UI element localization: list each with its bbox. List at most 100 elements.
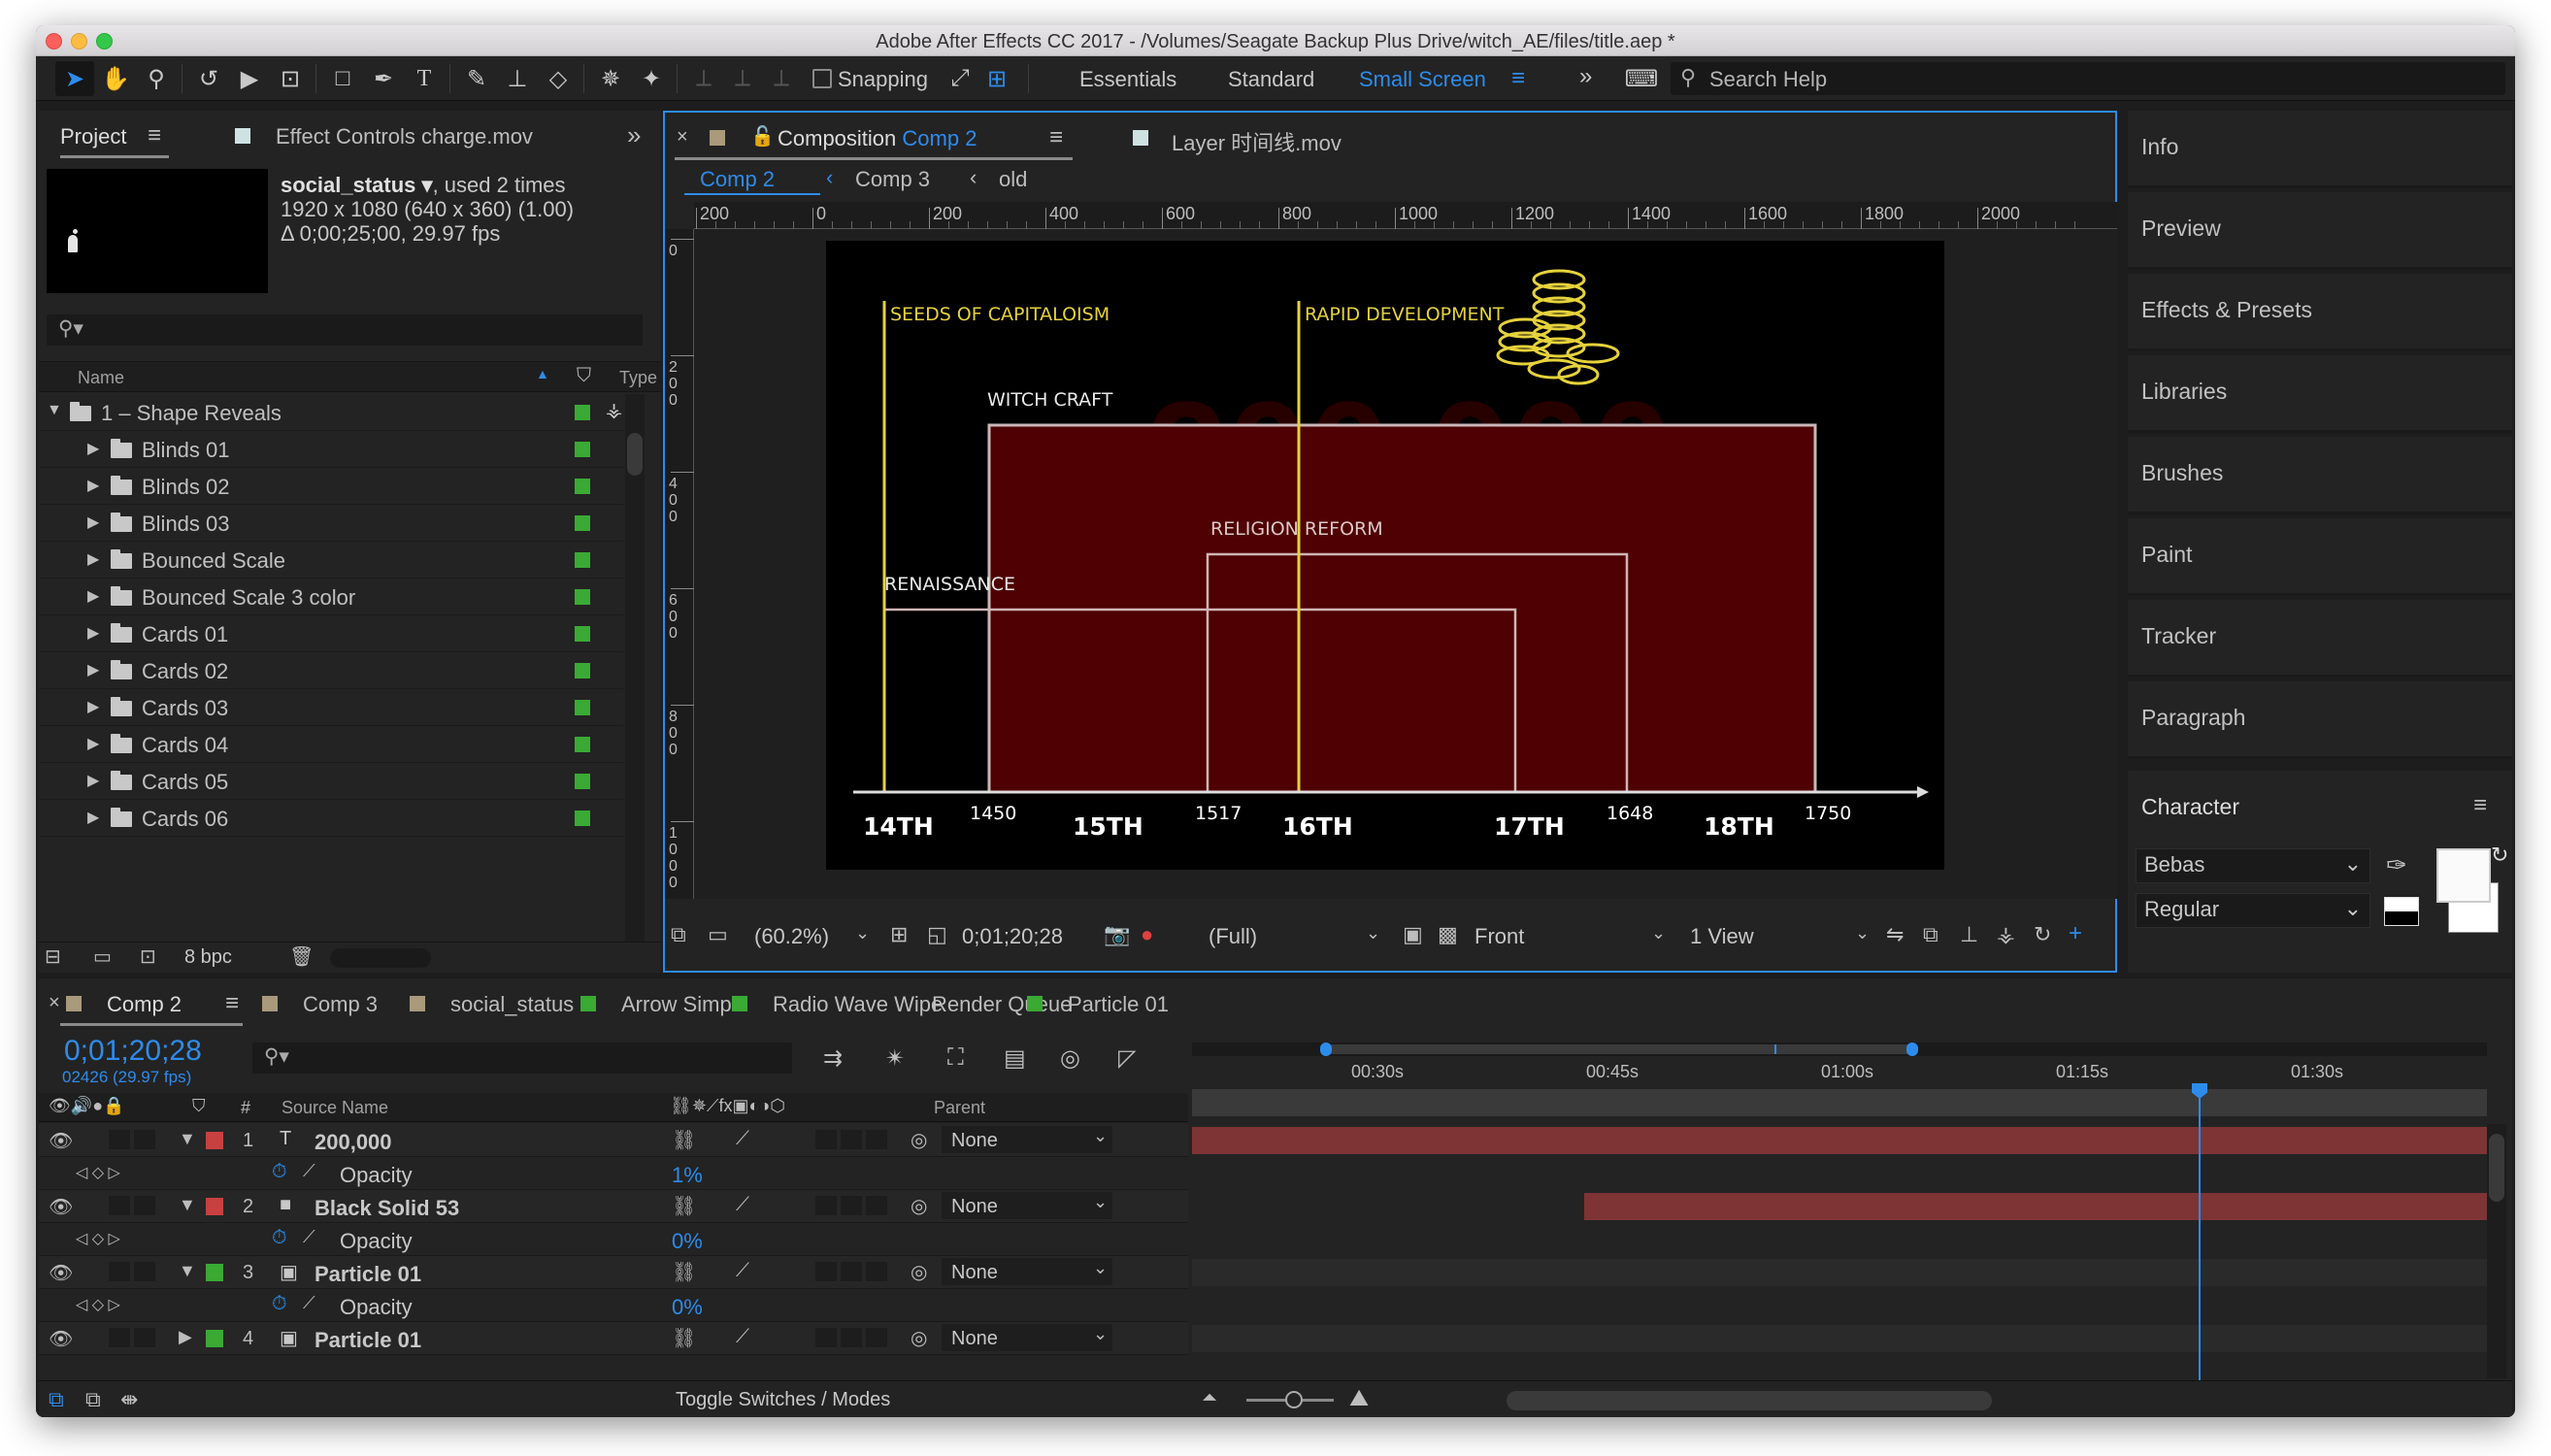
draft-3d-icon[interactable]: ⧉	[1923, 922, 1938, 947]
draft-3d-toggle-icon[interactable]: ✴	[885, 1044, 905, 1073]
panel-menu-icon[interactable]: ≡	[225, 990, 239, 1017]
more-panels-icon[interactable]: »	[627, 120, 641, 150]
choose-grid-icon[interactable]: ⊞	[890, 922, 908, 947]
magnification-dropdown[interactable]: (60.2%)	[754, 924, 829, 949]
keyframe-navigator-icon[interactable]: ◁ ◇ ▷	[76, 1229, 120, 1248]
shy-switch-icon[interactable]: ⛓	[672, 1326, 696, 1350]
parent-pickwhip-icon[interactable]: ◎	[911, 1326, 927, 1350]
thumbnail-size-slider[interactable]	[330, 948, 431, 968]
parent-pickwhip-icon[interactable]: ◎	[911, 1260, 927, 1284]
tab-project[interactable]: Project	[60, 124, 126, 149]
expand-triangle-open-icon[interactable]: ▼	[47, 402, 62, 419]
lock-switch[interactable]	[134, 1196, 155, 1215]
label-column-icon[interactable]: ⛉	[192, 1096, 206, 1116]
graph-editor-icon[interactable]: ◸	[1118, 1044, 1136, 1073]
modes-pane-icon[interactable]: ⧉	[85, 1387, 101, 1412]
navigator-range[interactable]	[1326, 1044, 1912, 1054]
font-family-dropdown[interactable]: Bebas ⌄	[2136, 848, 2370, 883]
tab-layer[interactable]: Layer 时间线.mov	[1172, 126, 1342, 157]
motion-blur-switch[interactable]	[841, 1196, 862, 1215]
layer-label-color[interactable]	[206, 1264, 223, 1281]
effect-switch[interactable]	[815, 1196, 837, 1215]
expand-triangle-icon[interactable]: ▶	[87, 439, 99, 458]
expand-triangle-open-icon[interactable]: ▼	[179, 1195, 196, 1215]
pan-behind-tool-icon[interactable]: ⊡	[271, 61, 310, 96]
visibility-eye-icon[interactable]: 👁	[49, 1195, 73, 1219]
scrollbar-thumb[interactable]	[627, 433, 643, 476]
expand-triangle-icon[interactable]: ▶	[87, 623, 99, 643]
navigator-start-handle[interactable]	[1320, 1042, 1332, 1056]
label-color-swatch[interactable]	[575, 663, 590, 678]
list-item[interactable]: ▶ Blinds 01	[39, 431, 623, 468]
3d-switch[interactable]	[866, 1328, 887, 1347]
region-of-interest-icon[interactable]: ▭	[708, 922, 728, 947]
channel-icon[interactable]: ●	[1141, 922, 1153, 947]
axis-world-icon[interactable]: ⟂	[723, 61, 762, 96]
comp-viewer[interactable]: 200,000 SEEDS OF CAPITALOISM	[694, 229, 2117, 899]
zoom-slider-handle[interactable]	[1285, 1391, 1303, 1408]
layer-row[interactable]: 👁 ▼ 1 T 200,000 ⛓ ⟋ ◎ None ⌄	[39, 1124, 2487, 1157]
breadcrumb-comp2[interactable]: Comp 2	[700, 167, 775, 192]
type-tool-icon[interactable]: T	[405, 61, 444, 96]
panel-preview[interactable]: Preview	[2128, 192, 2512, 270]
layer-duration-bar[interactable]	[1584, 1193, 2487, 1220]
layer-switches-pane-icon[interactable]: ⧉	[49, 1387, 64, 1412]
interpret-footage-icon[interactable]: ⊟	[45, 944, 61, 969]
label-color-swatch[interactable]	[575, 589, 590, 605]
toggle-switches-modes-button[interactable]: Toggle Switches / Modes	[676, 1389, 890, 1411]
snap-features-icon[interactable]: ⊞	[977, 61, 1016, 96]
property-value[interactable]: 1%	[672, 1163, 703, 1188]
list-item[interactable]: ▶ Cards 04	[39, 726, 623, 763]
pixel-aspect-icon[interactable]: ⇋	[1886, 922, 1904, 947]
quality-switch-icon[interactable]: ⟋	[736, 1194, 749, 1216]
time-navigator[interactable]	[1192, 1042, 2487, 1056]
expand-triangle-open-icon[interactable]: ▼	[179, 1261, 196, 1281]
expand-triangle-icon[interactable]: ▶	[179, 1327, 192, 1347]
list-item[interactable]: ▶ Bounced Scale	[39, 542, 623, 579]
col-type[interactable]: Type	[619, 368, 657, 388]
shy-switch-icon[interactable]: ⛓	[672, 1194, 696, 1218]
motion-blur-switch[interactable]	[841, 1328, 862, 1347]
panel-menu-icon[interactable]: ≡	[2473, 792, 2487, 819]
effect-switch[interactable]	[815, 1328, 837, 1347]
list-item[interactable]: ▶ Blinds 03	[39, 505, 623, 542]
eraser-tool-icon[interactable]: ◇	[539, 61, 578, 96]
expand-triangle-icon[interactable]: ▶	[87, 734, 99, 753]
label-color-swatch[interactable]	[575, 442, 590, 457]
panel-paint[interactable]: Paint	[2128, 518, 2512, 596]
always-preview-icon[interactable]: ⧉	[671, 922, 686, 947]
motion-blur-switch[interactable]	[841, 1130, 862, 1149]
expand-triangle-icon[interactable]: ▶	[87, 771, 99, 790]
selection-tool-icon[interactable]: ➤	[55, 61, 94, 96]
quality-switch-icon[interactable]: ⟋	[736, 1326, 749, 1348]
workspace-menu-icon[interactable]: ≡	[1511, 65, 1525, 92]
label-color-swatch[interactable]	[575, 552, 590, 568]
panel-brushes[interactable]: Brushes	[2128, 437, 2512, 514]
eyedropper-icon[interactable]: ✑	[2386, 850, 2407, 880]
axis-local-icon[interactable]: ⟂	[684, 61, 723, 96]
panel-info[interactable]: Info	[2128, 111, 2512, 188]
property-row[interactable]: ◁ ◇ ▷ ⏱ ⟋ Opacity 0%	[39, 1223, 1188, 1256]
col-parent[interactable]: Parent	[934, 1098, 985, 1118]
solo-switch[interactable]	[109, 1130, 130, 1149]
breadcrumb-comp3[interactable]: Comp 3	[855, 167, 930, 192]
timeline-current-time[interactable]: 0;01;20;28	[64, 1035, 202, 1068]
close-tab-icon[interactable]: ×	[677, 126, 688, 149]
visibility-eye-icon[interactable]: 👁	[49, 1327, 73, 1351]
breadcrumb-old[interactable]: old	[999, 167, 1027, 192]
list-item[interactable]: ▶ Blinds 02	[39, 468, 623, 505]
layer-duration-bar[interactable]	[1192, 1259, 2487, 1286]
panel-tracker[interactable]: Tracker	[2128, 600, 2512, 678]
time-ruler[interactable]: 00:30s 00:45s 01:00s 01:15s 01:30s	[1192, 1033, 2487, 1122]
close-tab-icon[interactable]: ×	[49, 992, 60, 1014]
stopwatch-icon[interactable]: ⏱	[272, 1227, 287, 1249]
property-value[interactable]: 0%	[672, 1295, 703, 1320]
col-source-name[interactable]: Source Name	[282, 1098, 388, 1118]
view-layout-dropdown[interactable]: 1 View	[1690, 924, 1754, 949]
bit-depth-button[interactable]: 8 bpc	[184, 946, 232, 969]
timeline-tab[interactable]: Particle 01	[1068, 992, 1169, 1017]
layer-name[interactable]: 200,000	[315, 1130, 392, 1155]
transparency-grid-icon[interactable]: ▩	[1438, 922, 1458, 947]
label-color-swatch[interactable]	[575, 405, 590, 420]
rotation-tool-icon[interactable]: ↺	[189, 61, 228, 96]
